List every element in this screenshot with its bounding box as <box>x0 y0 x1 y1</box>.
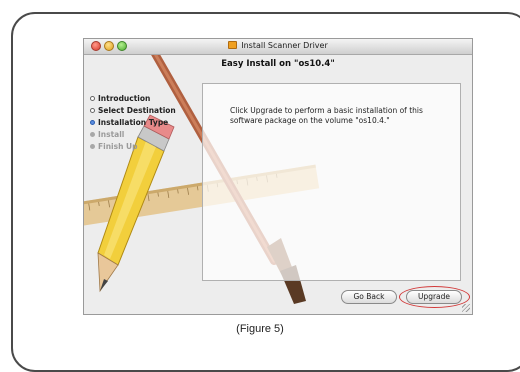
step-bullet-icon <box>90 132 95 137</box>
window-title-group: Install Scanner Driver <box>84 40 472 52</box>
step-install: Install <box>90 129 176 141</box>
step-bullet-icon <box>90 96 95 101</box>
install-message: Click Upgrade to perform a basic install… <box>230 106 423 125</box>
step-select-destination: Select Destination <box>90 105 176 117</box>
installer-window: Install Scanner Driver Easy Install on "… <box>83 38 473 315</box>
package-icon <box>228 41 238 49</box>
step-label: Finish Up <box>98 142 138 151</box>
step-bullet-icon <box>90 120 95 125</box>
installer-steps: Introduction Select Destination Installa… <box>90 93 176 153</box>
content-panel: Click Upgrade to perform a basic install… <box>202 83 461 281</box>
step-label: Introduction <box>98 94 151 103</box>
figure-caption: (Figure 5) <box>236 323 284 335</box>
step-label: Install <box>98 130 125 139</box>
step-installation-type: Installation Type <box>90 117 176 129</box>
upgrade-highlight-ring <box>399 286 470 308</box>
step-bullet-icon <box>90 144 95 149</box>
go-back-button[interactable]: Go Back <box>341 290 397 304</box>
title-bar[interactable]: Install Scanner Driver <box>84 39 472 55</box>
step-introduction: Introduction <box>90 93 176 105</box>
step-bullet-icon <box>90 108 95 113</box>
step-label: Select Destination <box>98 106 176 115</box>
step-label: Installation Type <box>98 118 169 127</box>
page-subtitle: Easy Install on "os10.4" <box>221 59 335 69</box>
window-title: Install Scanner Driver <box>241 41 328 50</box>
resize-grip-icon[interactable] <box>462 304 470 312</box>
step-finish-up: Finish Up <box>90 141 176 153</box>
